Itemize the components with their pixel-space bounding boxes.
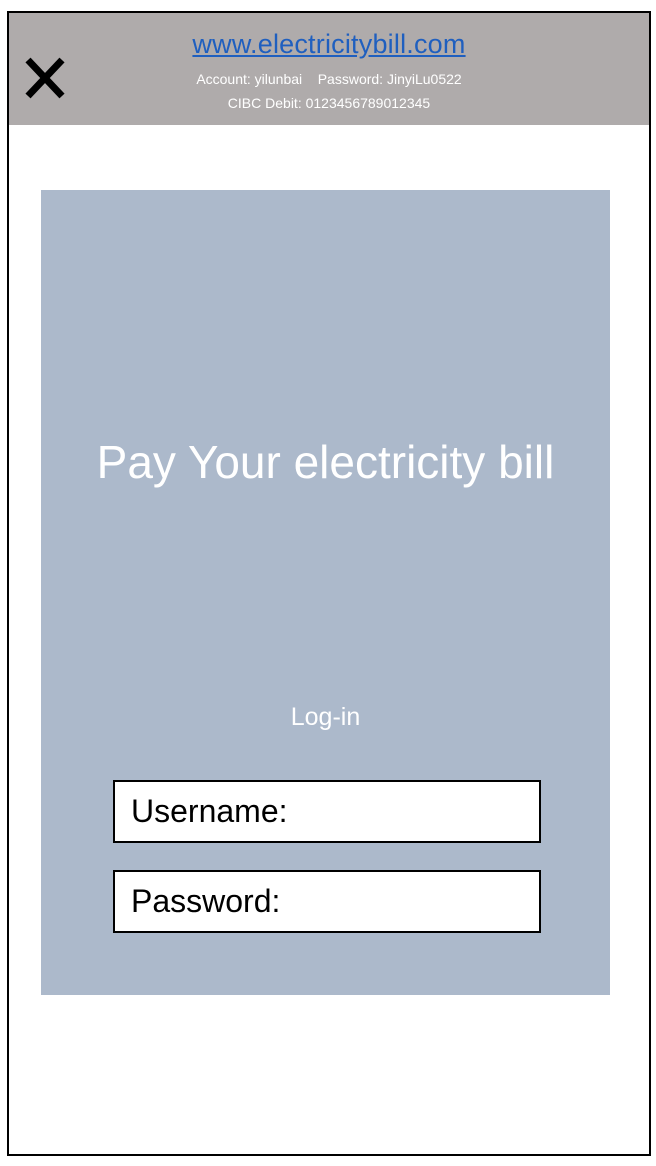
login-panel: Pay Your electricity bill Log-in Usernam… [41,190,610,995]
header-bar: www.electricitybill.com Account: yilunba… [9,13,649,125]
site-url-link[interactable]: www.electricitybill.com [9,27,649,61]
login-heading: Log-in [290,703,361,731]
password-field[interactable]: Password: [113,870,541,933]
app-frame: www.electricitybill.com Account: yilunba… [7,11,651,1156]
debit-card-text: CIBC Debit: 0123456789012345 [227,95,431,111]
credentials-text: Account: yilunbai Password: JinyiLu0522 [196,71,462,87]
page-title: Pay Your electricity bill [96,436,555,488]
username-field[interactable]: Username: [113,780,541,843]
